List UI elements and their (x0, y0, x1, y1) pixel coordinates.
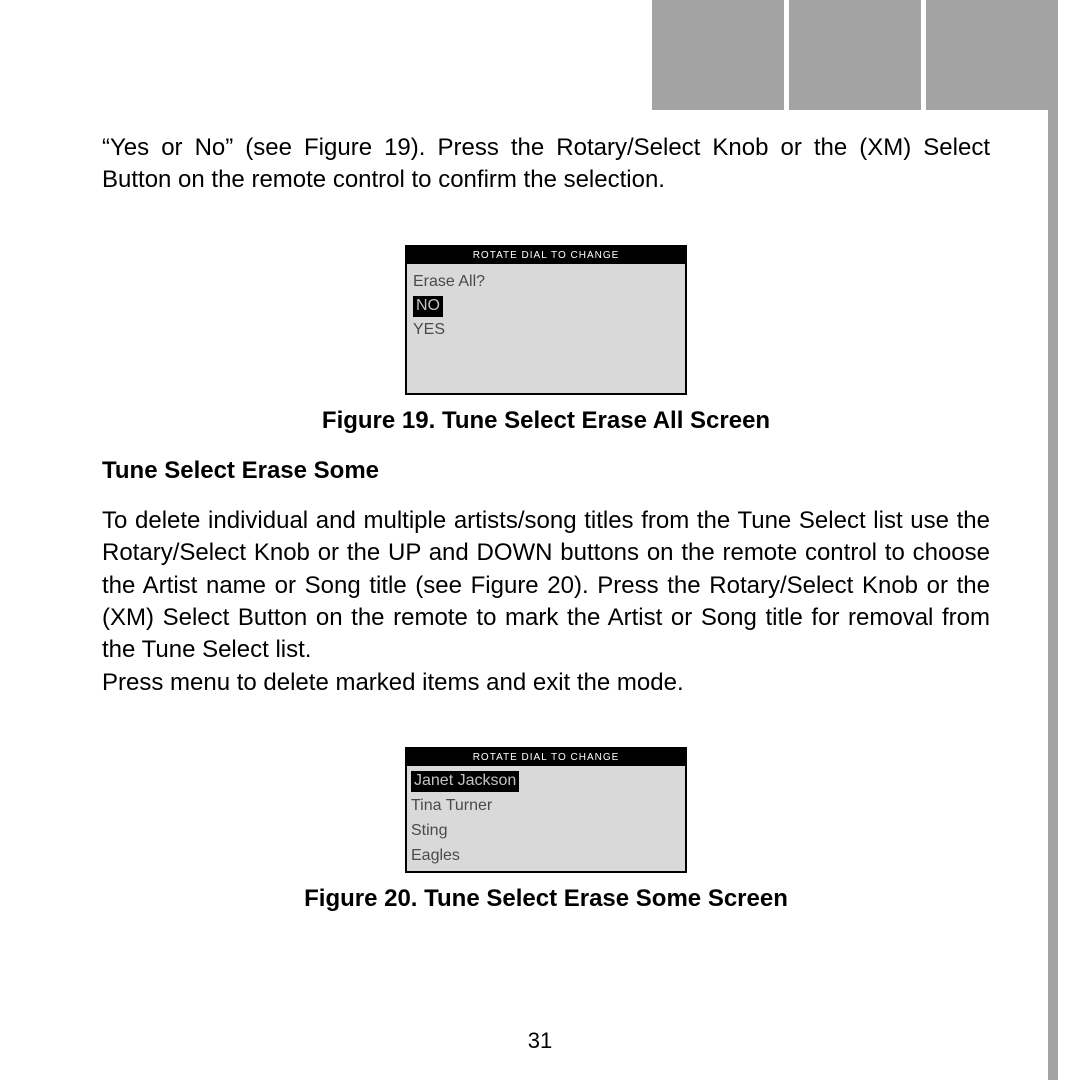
paragraph-erase-some-exit: Press menu to delete marked items and ex… (102, 667, 990, 699)
paragraph-intro: “Yes or No” (see Figure 19). Press the R… (102, 132, 990, 197)
lcd-header: ROTATE DIAL TO CHANGE (407, 749, 685, 766)
header-tab-segment (652, 0, 784, 110)
lcd-prompt: Erase All? (413, 270, 679, 294)
figure-20-container: ROTATE DIAL TO CHANGE Janet Jackson Tina… (102, 747, 990, 873)
header-tab-segment (784, 0, 921, 110)
lcd-header: ROTATE DIAL TO CHANGE (407, 247, 685, 264)
figure-20-caption: Figure 20. Tune Select Erase Some Screen (102, 885, 990, 913)
lcd-artist-item: Janet Jackson (411, 771, 519, 792)
page-content: “Yes or No” (see Figure 19). Press the R… (102, 132, 990, 913)
lcd-artist-item: Eagles (411, 844, 460, 869)
page-number: 31 (0, 1028, 1080, 1054)
lcd-body: Erase All? NO YES (407, 264, 685, 352)
paragraph-erase-some: To delete individual and multiple artist… (102, 505, 990, 667)
lcd-artist-item: Sting (411, 819, 447, 844)
section-heading-erase-some: Tune Select Erase Some (102, 457, 990, 485)
lcd-body: Janet Jackson Tina Turner Sting Eagles (407, 766, 685, 871)
header-tab-segment (921, 0, 1058, 110)
lcd-artist-item: Tina Turner (411, 794, 492, 819)
right-margin-strip (1048, 110, 1058, 1080)
figure-19-caption: Figure 19. Tune Select Erase All Screen (102, 407, 990, 435)
lcd-option-no: NO (413, 296, 443, 317)
lcd-screen-erase-all: ROTATE DIAL TO CHANGE Erase All? NO YES (405, 245, 687, 395)
lcd-option-yes: YES (413, 318, 445, 342)
header-tab-strip (652, 0, 1058, 110)
lcd-screen-erase-some: ROTATE DIAL TO CHANGE Janet Jackson Tina… (405, 747, 687, 873)
figure-19-container: ROTATE DIAL TO CHANGE Erase All? NO YES (102, 245, 990, 395)
